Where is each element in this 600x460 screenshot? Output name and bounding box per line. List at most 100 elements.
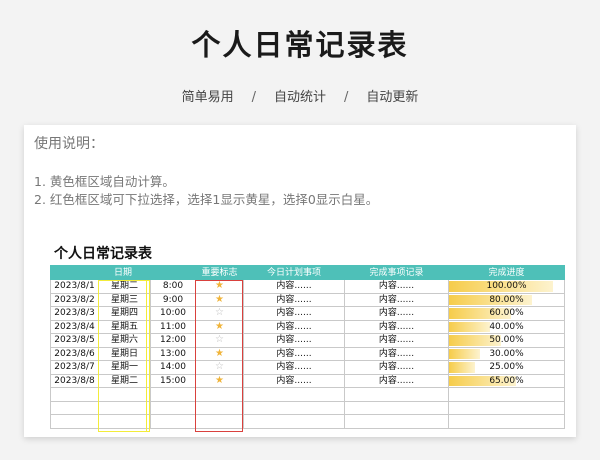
cell-importance[interactable]: ☆ — [195, 360, 244, 375]
cell-empty[interactable] — [243, 400, 345, 415]
cell-progress[interactable]: 25.00% — [448, 360, 565, 375]
cell-plan[interactable]: 内容...... — [243, 333, 345, 348]
cell-importance[interactable]: ★ — [195, 279, 244, 294]
cell-empty[interactable] — [50, 414, 99, 429]
instructions-title: 使用说明： — [34, 136, 104, 152]
cell-empty[interactable] — [195, 414, 244, 429]
table-row-empty — [50, 414, 565, 429]
progress-value: 40.00% — [489, 321, 524, 332]
cell-progress[interactable]: 80.00% — [448, 292, 565, 307]
cell-empty[interactable] — [344, 414, 449, 429]
column-header-progress: 完成进度 — [448, 265, 565, 280]
cell-importance[interactable]: ★ — [195, 346, 244, 361]
cell-empty[interactable] — [448, 400, 565, 415]
table-row-empty — [50, 400, 565, 415]
cell-time[interactable]: 12:00 — [150, 333, 196, 348]
progress-value: 100.00% — [486, 281, 527, 292]
cell-empty[interactable] — [448, 414, 565, 429]
progress-bar — [449, 348, 481, 359]
cell-done[interactable]: 内容...... — [344, 279, 449, 294]
cell-done[interactable]: 内容...... — [344, 373, 449, 388]
cell-empty[interactable] — [150, 387, 196, 402]
cell-done[interactable]: 内容...... — [344, 333, 449, 348]
cell-done[interactable]: 内容...... — [344, 360, 449, 375]
cell-empty[interactable] — [243, 387, 345, 402]
cell-done[interactable]: 内容...... — [344, 292, 449, 307]
cell-empty[interactable] — [243, 414, 345, 429]
cell-time[interactable]: 14:00 — [150, 360, 196, 375]
cell-empty[interactable] — [98, 400, 151, 415]
cell-empty[interactable] — [344, 400, 449, 415]
cell-date[interactable]: 2023/8/5 — [50, 333, 99, 348]
cell-date[interactable]: 2023/8/2 — [50, 292, 99, 307]
cell-time[interactable]: 13:00 — [150, 346, 196, 361]
cell-progress[interactable]: 65.00% — [448, 373, 565, 388]
cell-empty[interactable] — [448, 387, 565, 402]
cell-empty[interactable] — [344, 387, 449, 402]
cell-importance[interactable]: ★ — [195, 292, 244, 307]
star-filled-icon: ★ — [215, 293, 224, 305]
cell-time[interactable]: 15:00 — [150, 373, 196, 388]
cell-weekday: 星期三 — [98, 292, 151, 307]
subtitle-item-easy: 简单易用 — [181, 90, 234, 105]
cell-done[interactable]: 内容...... — [344, 306, 449, 321]
progress-value: 25.00% — [489, 362, 524, 373]
cell-importance[interactable]: ☆ — [195, 333, 244, 348]
cell-done[interactable]: 内容...... — [344, 319, 449, 334]
cell-plan[interactable]: 内容...... — [243, 292, 345, 307]
table-row: 2023/8/6 星期日 13:00 ★ 内容...... 内容...... 30.00% — [50, 346, 565, 361]
cell-plan[interactable]: 内容...... — [243, 279, 345, 294]
progress-value: 80.00% — [489, 294, 524, 305]
cell-plan[interactable]: 内容...... — [243, 373, 345, 388]
subtitle-separator: / — [344, 90, 349, 105]
cell-time[interactable]: 10:00 — [150, 306, 196, 321]
cell-progress[interactable]: 60.00% — [448, 306, 565, 321]
cell-progress[interactable]: 100.00% — [448, 279, 565, 294]
instruction-line-1: 1. 黄色框区域自动计算。 — [34, 174, 175, 189]
cell-importance[interactable]: ★ — [195, 373, 244, 388]
page-title: 个人日常记录表 — [191, 28, 409, 62]
cell-date[interactable]: 2023/8/6 — [50, 346, 99, 361]
cell-plan[interactable]: 内容...... — [243, 306, 345, 321]
star-filled-icon: ★ — [215, 320, 224, 332]
cell-date[interactable]: 2023/8/8 — [50, 373, 99, 388]
cell-empty[interactable] — [98, 387, 151, 402]
cell-empty[interactable] — [50, 387, 99, 402]
cell-progress[interactable]: 30.00% — [448, 346, 565, 361]
subtitle-separator: / — [251, 90, 256, 105]
sheet-title: 个人日常记录表 — [54, 246, 152, 262]
cell-time[interactable]: 9:00 — [150, 292, 196, 307]
cell-empty[interactable] — [150, 414, 196, 429]
instruction-line-2: 2. 红色框区域可下拉选择，选择1显示黄星，选择0显示白星。 — [34, 192, 379, 207]
cell-time[interactable]: 11:00 — [150, 319, 196, 334]
cell-date[interactable]: 2023/8/3 — [50, 306, 99, 321]
subtitle: 简单易用 / 自动统计 / 自动更新 — [0, 86, 600, 105]
star-filled-icon: ★ — [215, 280, 224, 292]
cell-importance[interactable]: ☆ — [195, 306, 244, 321]
cell-date[interactable]: 2023/8/7 — [50, 360, 99, 375]
column-header-done: 完成事项记录 — [344, 265, 449, 280]
cell-empty[interactable] — [195, 400, 244, 415]
cell-time[interactable]: 8:00 — [150, 279, 196, 294]
cell-weekday: 星期六 — [98, 333, 151, 348]
cell-empty[interactable] — [98, 414, 151, 429]
cell-plan[interactable]: 内容...... — [243, 346, 345, 361]
cell-date[interactable]: 2023/8/4 — [50, 319, 99, 334]
cell-empty[interactable] — [195, 387, 244, 402]
table-row: 2023/8/7 星期一 14:00 ☆ 内容...... 内容...... 25.00% — [50, 360, 565, 375]
cell-weekday: 星期一 — [98, 360, 151, 375]
cell-empty[interactable] — [150, 400, 196, 415]
cell-plan[interactable]: 内容...... — [243, 360, 345, 375]
cell-progress[interactable]: 50.00% — [448, 333, 565, 348]
table-header-row: 日期 重要标志 今日计划事项 完成事项记录 完成进度 — [50, 265, 565, 280]
column-header-importance: 重要标志 — [195, 265, 244, 280]
cell-plan[interactable]: 内容...... — [243, 319, 345, 334]
table-row: 2023/8/8 星期二 15:00 ★ 内容...... 内容...... 65.00% — [50, 373, 565, 388]
cell-weekday: 星期二 — [98, 279, 151, 294]
cell-progress[interactable]: 40.00% — [448, 319, 565, 334]
cell-done[interactable]: 内容...... — [344, 346, 449, 361]
cell-importance[interactable]: ★ — [195, 319, 244, 334]
column-header-date: 日期 — [50, 265, 196, 280]
cell-empty[interactable] — [50, 400, 99, 415]
cell-date[interactable]: 2023/8/1 — [50, 279, 99, 294]
